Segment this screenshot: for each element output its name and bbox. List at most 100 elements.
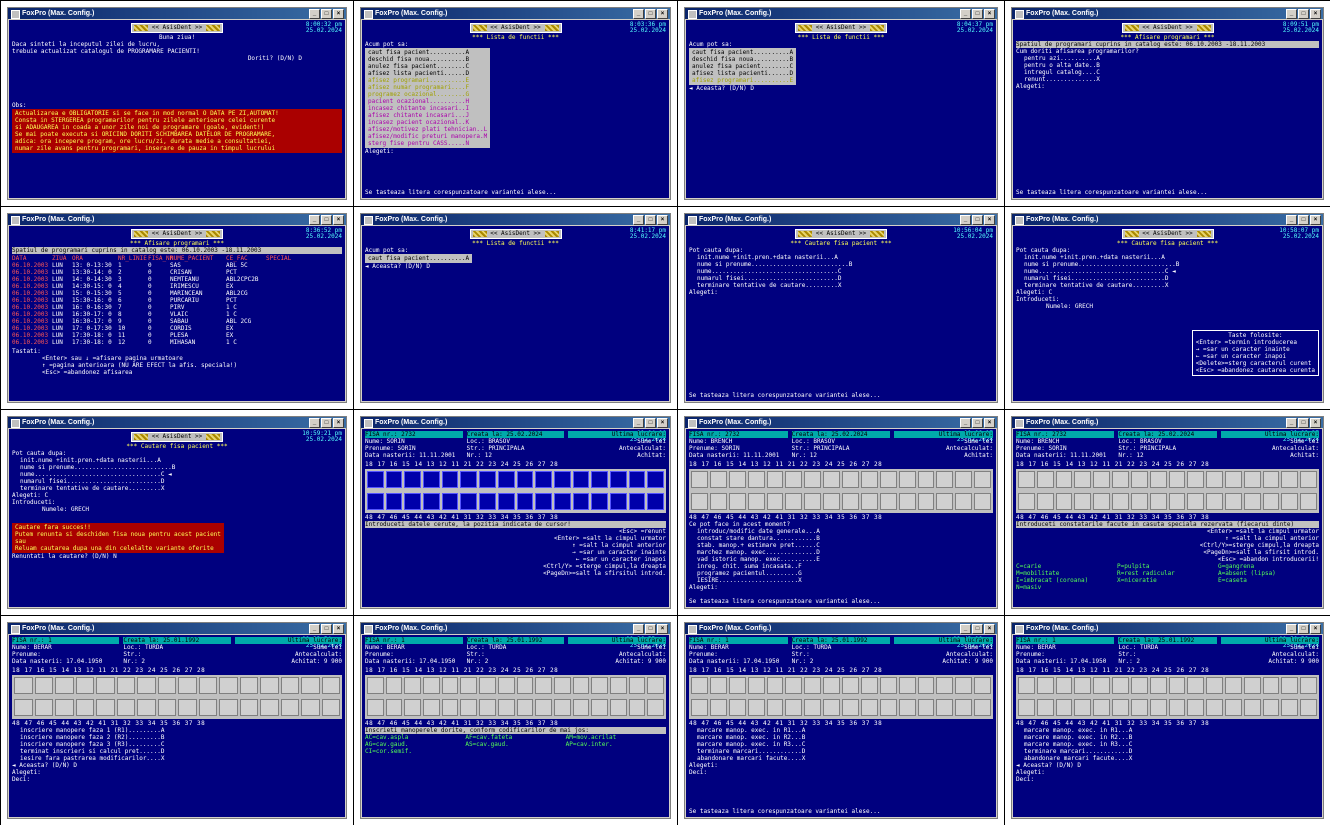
tooth-cell[interactable] (460, 471, 478, 488)
minimize-button[interactable]: _ (960, 215, 971, 225)
tooth-cell[interactable] (460, 493, 478, 510)
menu-item-e[interactable]: abandonare marcari facute....X (1024, 755, 1319, 762)
close-button[interactable]: × (657, 624, 668, 634)
tooth-cell[interactable] (1187, 699, 1205, 716)
tooth-cell[interactable] (879, 677, 897, 694)
tooth-cell[interactable] (1093, 493, 1111, 510)
tooth-cell[interactable] (535, 471, 552, 488)
tooth-cell[interactable] (1130, 677, 1148, 694)
close-button[interactable]: × (657, 215, 668, 225)
menu-item-b[interactable]: deschid fisa noua..........B (692, 56, 793, 63)
menu-item-d[interactable]: terminat inscrieri si calcul pret......D (20, 748, 342, 755)
tooth-cell[interactable] (1300, 677, 1317, 694)
tooth-cell[interactable] (1018, 493, 1035, 510)
menu-item-d[interactable]: numarul fisei..........................D (20, 478, 342, 485)
tooth-cell[interactable] (1018, 677, 1035, 694)
tooth-cell[interactable] (367, 471, 384, 488)
menu-item-b[interactable]: marcare manop. exec. in R2...B (697, 734, 993, 741)
tooth-cell[interactable] (198, 677, 217, 694)
menu-item-c[interactable]: anulez fisa pacient........C (368, 63, 487, 70)
tooth-cell[interactable] (1168, 493, 1186, 510)
menu-item-c[interactable]: nume...................................C (697, 268, 993, 275)
tooth-cell[interactable] (55, 677, 74, 694)
tooth-cell[interactable] (1262, 471, 1280, 488)
tooth-cell[interactable] (1243, 699, 1261, 716)
tooth-cell[interactable] (1093, 471, 1111, 488)
tooth-cell[interactable] (823, 699, 840, 716)
tooth-cell[interactable] (691, 471, 708, 488)
tooth-cell[interactable] (766, 471, 784, 488)
tooth-cell[interactable] (75, 677, 94, 694)
tooth-cell[interactable] (1055, 699, 1073, 716)
tooth-cell[interactable] (1112, 493, 1129, 510)
tooth-cell[interactable] (1093, 699, 1111, 716)
menu-item-b[interactable]: nume si prenume.........................… (1024, 261, 1319, 268)
tooth-cell[interactable] (404, 471, 422, 488)
tooth-cell[interactable] (367, 493, 384, 510)
close-button[interactable]: × (1310, 215, 1321, 225)
tooth-cell[interactable] (1224, 493, 1242, 510)
menu-item-e[interactable]: afisez programari..........E (692, 77, 793, 84)
tooth-cell[interactable] (116, 677, 135, 694)
tooth-cell[interactable] (157, 699, 176, 716)
maximize-button[interactable]: □ (1298, 215, 1309, 225)
tooth-cell[interactable] (842, 699, 859, 716)
tooth-cell[interactable] (441, 471, 459, 488)
menu-item-a[interactable]: pentru azi..........A (1024, 55, 1319, 62)
tooth-cell[interactable] (479, 471, 496, 488)
tooth-cell[interactable] (1206, 493, 1223, 510)
tooth-cell[interactable] (1281, 699, 1299, 716)
tooth-cell[interactable] (14, 677, 33, 694)
tooth-cell[interactable] (628, 699, 646, 716)
menu-item-a[interactable]: introduc/modific date generale...A (697, 528, 993, 535)
menu-item-f[interactable]: afisez numar programari....F (368, 84, 487, 91)
tooth-cell[interactable] (823, 493, 840, 510)
menu-item-c[interactable]: stab. manop.+ estimare pret......C (697, 542, 993, 549)
table-row[interactable]: 06.10.2003 LUN 15:30-16: 0 6 0 PURCARIU PCT (12, 297, 342, 304)
close-button[interactable]: × (1310, 624, 1321, 634)
tooth-cell[interactable] (441, 699, 459, 716)
tooth-cell[interactable] (553, 699, 571, 716)
tooth-cell[interactable] (974, 699, 991, 716)
menu-item-d[interactable]: terminare marcari............D (1024, 748, 1319, 755)
menu-item-b[interactable]: pentru o alta date..B (1024, 62, 1319, 69)
tooth-cell[interactable] (1262, 699, 1280, 716)
tooth-cell[interactable] (591, 699, 608, 716)
menu-item-c[interactable]: nume...................................C… (1024, 268, 1319, 275)
close-button[interactable]: × (333, 215, 344, 225)
close-button[interactable]: × (657, 418, 668, 428)
tooth-cell[interactable] (955, 699, 973, 716)
tooth-cell[interactable] (116, 699, 135, 716)
minimize-button[interactable]: _ (633, 418, 644, 428)
tooth-cell[interactable] (1300, 493, 1317, 510)
tooth-cell[interactable] (804, 471, 822, 488)
tooth-cell[interactable] (936, 493, 954, 510)
tooth-cell[interactable] (785, 677, 803, 694)
tooth-cell[interactable] (516, 493, 534, 510)
menu-item-c[interactable]: nume...................................C… (20, 471, 342, 478)
menu-item-c[interactable]: inscriere manopere faza 3 (R3).........C (20, 741, 342, 748)
tooth-cell[interactable] (385, 493, 403, 510)
tooth-cell[interactable] (936, 699, 954, 716)
tooth-cell[interactable] (1036, 699, 1054, 716)
maximize-button[interactable]: □ (321, 624, 332, 634)
tooth-cell[interactable] (423, 677, 440, 694)
tooth-cell[interactable] (423, 699, 440, 716)
table-row[interactable]: 06.10.2003 LUN 13:30-14: 0 2 0 CRISAN PCT (12, 269, 342, 276)
tooth-cell[interactable] (1074, 471, 1092, 488)
tooth-cell[interactable] (280, 699, 299, 716)
tooth-cell[interactable] (55, 699, 74, 716)
tooth-cell[interactable] (1112, 677, 1129, 694)
tooth-cell[interactable] (1206, 471, 1223, 488)
minimize-button[interactable]: _ (633, 624, 644, 634)
name-input[interactable]: Numele: GRECH (1016, 303, 1319, 310)
tooth-cell[interactable] (239, 699, 258, 716)
close-button[interactable]: × (333, 624, 344, 634)
tooth-cell[interactable] (647, 471, 664, 488)
tooth-cell[interactable] (1093, 677, 1111, 694)
table-row[interactable]: 06.10.2003 LUN 17:30-18: 0 11 0 PLESA EX (12, 332, 342, 339)
tooth-cell[interactable] (157, 677, 176, 694)
tooth-cell[interactable] (747, 493, 765, 510)
tooth-cell[interactable] (628, 471, 646, 488)
menu-item-a[interactable]: init.nume +init.pren.+data nasterii...A (697, 254, 993, 261)
